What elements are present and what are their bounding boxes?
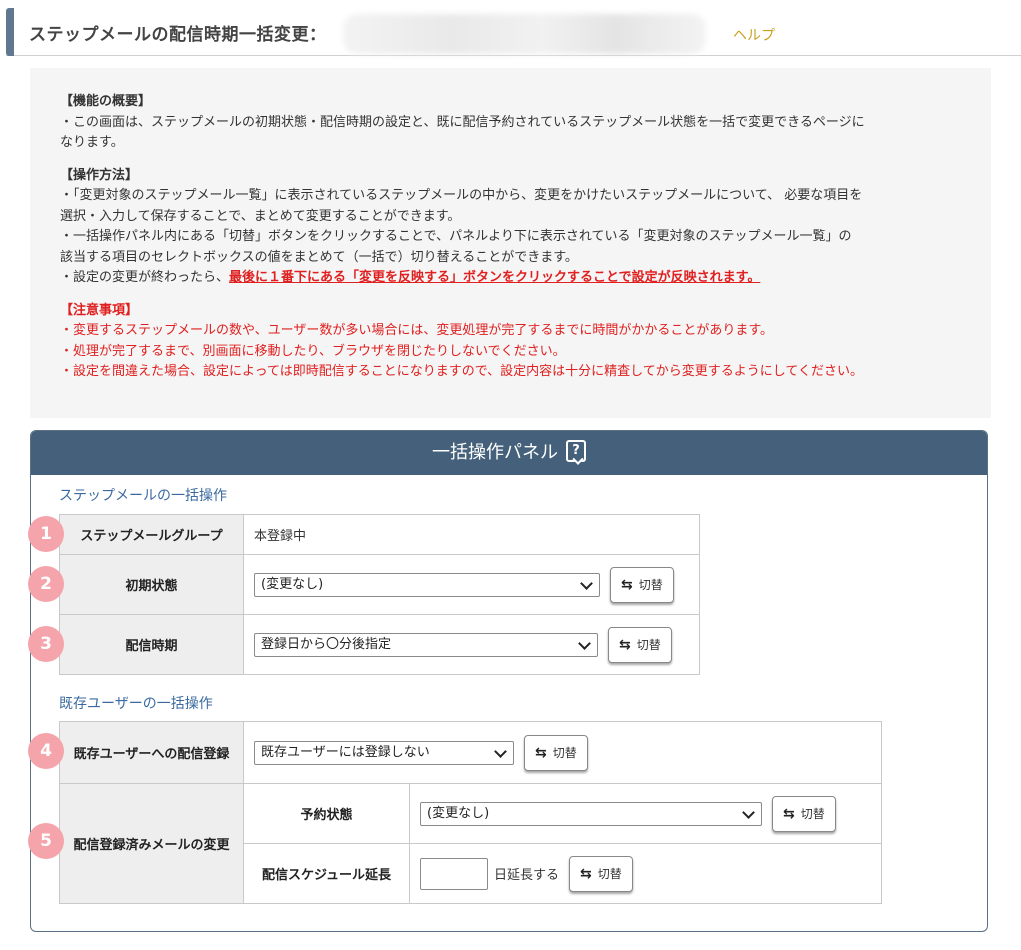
timing-value: 登録日から〇分後指定 xyxy=(261,636,392,652)
caution-line: ・変更するステップメールの数や、ユーザー数が多い場合には、変更処理が完了するまで… xyxy=(60,323,774,338)
overview-line: なります。 xyxy=(60,135,124,150)
extend-toggle-button[interactable]: ⇆ 切替 xyxy=(569,855,633,892)
panel-title: 一括操作パネル xyxy=(432,442,558,463)
existing-reg-cell: 既存ユーザーには登録しない ⇆ 切替 xyxy=(243,721,882,784)
help-question-icon[interactable]: ? xyxy=(566,440,586,462)
existing-reg-select[interactable]: 既存ユーザーには登録しない xyxy=(254,740,514,765)
step-ops-table: ステップメールグループ 本登録中 初期状態 (変更なし) ⇆ 切替 配信時期 登録日… xyxy=(59,514,700,675)
timing-label: 配信時期 xyxy=(59,614,244,675)
method-line: 選択・入力して保存することで、まとめて変更することができます。 xyxy=(60,208,461,224)
step-badge-5: 5 xyxy=(28,823,64,859)
bulk-operation-panel: 一括操作パネル? ステップメールの一括操作 ステップメールグループ 本登録中 初… xyxy=(30,430,988,932)
caution-section: 【注意事項】 ・変更するステップメールの数や、ユーザー数が多い場合には、変更処理… xyxy=(60,301,961,383)
step-badge-1: 1 xyxy=(28,516,64,552)
step-badge-4: 4 xyxy=(28,733,64,769)
existing-section-title: 既存ユーザーの一括操作 xyxy=(59,696,213,712)
table-row: 配信時期 登録日から〇分後指定 ⇆ 切替 xyxy=(59,614,700,675)
existing-reg-toggle-button[interactable]: ⇆ 切替 xyxy=(524,734,588,771)
toggle-label: 切替 xyxy=(552,745,577,760)
group-label: ステップメールグループ xyxy=(59,514,244,555)
chevron-down-icon xyxy=(494,744,507,758)
timing-toggle-button[interactable]: ⇆ 切替 xyxy=(608,626,672,663)
chevron-down-icon xyxy=(742,805,755,819)
page-header: ステップメールの配信時期一括変更： ヘルプ xyxy=(6,4,1021,56)
step-badge-3: 3 xyxy=(28,626,64,662)
header-accent-bar xyxy=(6,8,14,56)
overview-title: 【機能の概要】 xyxy=(60,94,152,109)
toggle-label: 切替 xyxy=(636,637,661,652)
chevron-down-icon xyxy=(578,636,591,650)
toggle-label: 切替 xyxy=(800,806,825,821)
repeat-icon: ⇆ xyxy=(619,636,631,653)
table-row: 配信登録済みメールの変更 予約状態 (変更なし) ⇆ 切替 xyxy=(59,783,882,904)
overview-line: ・この画面は、ステップメールの初期状態・配信時期の設定と、既に配信予約されている… xyxy=(60,114,865,130)
initial-state-select[interactable]: (変更なし) xyxy=(254,572,600,597)
panel-header: 一括操作パネル? xyxy=(31,431,987,475)
extend-suffix: 日延長する xyxy=(494,868,560,883)
table-row: 既存ユーザーへの配信登録 既存ユーザーには登録しない ⇆ 切替 xyxy=(59,721,882,784)
initial-state-cell: (変更なし) ⇆ 切替 xyxy=(243,554,700,615)
method-title: 【操作方法】 xyxy=(60,167,139,183)
toggle-label: 切替 xyxy=(638,577,663,592)
existing-ops-table: 既存ユーザーへの配信登録 既存ユーザーには登録しない ⇆ 切替 配信登録済みメールの… xyxy=(59,721,882,904)
info-box: 【機能の概要】 ・この画面は、ステップメールの初期状態・配信時期の設定と、既に配… xyxy=(30,68,991,418)
reservation-label: 予約状態 xyxy=(243,783,410,844)
initial-state-toggle-button[interactable]: ⇆ 切替 xyxy=(610,566,674,603)
existing-reg-label: 既存ユーザーへの配信登録 xyxy=(59,721,244,784)
toggle-label: 切替 xyxy=(597,866,622,881)
extend-days-input[interactable] xyxy=(420,857,488,890)
caution-line: ・設定を間違えた場合、設定によっては即時配信することになりますので、設定内容は十… xyxy=(60,364,864,379)
chevron-down-icon xyxy=(580,576,593,590)
step-badge-2: 2 xyxy=(28,566,64,602)
table-row: 初期状態 (変更なし) ⇆ 切替 xyxy=(59,554,700,615)
step-section-title: ステップメールの一括操作 xyxy=(59,488,227,504)
extend-label: 配信スケジュール延長 xyxy=(243,843,410,904)
caution-title: 【注意事項】 xyxy=(60,302,139,318)
repeat-icon: ⇆ xyxy=(783,805,795,822)
initial-state-label: 初期状態 xyxy=(59,554,244,615)
reservation-toggle-button[interactable]: ⇆ 切替 xyxy=(772,795,836,832)
method-section: 【操作方法】 ・「変更対象のステップメール一覧」に表示されているステップメールの… xyxy=(60,166,961,289)
repeat-icon: ⇆ xyxy=(535,744,547,761)
method-line: ・「変更対象のステップメール一覧」に表示されているステップメールの中から、変更を… xyxy=(60,188,863,203)
method-line: ・一括操作パネル内にある「切替」ボタンをクリックすることで、パネルより下に表示さ… xyxy=(60,229,852,244)
reservation-cell: (変更なし) ⇆ 切替 xyxy=(409,783,882,844)
page-title: ステップメールの配信時期一括変更： xyxy=(29,25,327,45)
timing-cell: 登録日から〇分後指定 ⇆ 切替 xyxy=(243,614,700,675)
extend-cell: 日延長する ⇆ 切替 xyxy=(409,843,882,904)
initial-state-value: (変更なし) xyxy=(261,576,324,592)
blurred-title-text xyxy=(343,14,706,54)
method-last-prefix: ・設定の変更が終わったら、 xyxy=(60,270,230,285)
repeat-icon: ⇆ xyxy=(621,576,633,593)
table-row: ステップメールグループ 本登録中 xyxy=(59,514,700,555)
reservation-value: (変更なし) xyxy=(427,805,490,821)
method-emphasis: 最後に１番下にある「変更を反映する」ボタンをクリックすることで設定が反映されます… xyxy=(229,270,761,285)
group-value: 本登録中 xyxy=(243,514,700,555)
caution-line: ・処理が完了するまで、別画面に移動したり、ブラウザを閉じたりしないでください。 xyxy=(60,343,566,359)
method-line-final: ・設定の変更が終わったら、最後に１番下にある「変更を反映する」ボタンをクリックす… xyxy=(60,268,961,289)
overview-section: 【機能の概要】 ・この画面は、ステップメールの初期状態・配信時期の設定と、既に配… xyxy=(60,92,961,154)
method-line: 該当する項目のセレクトボックスの値をまとめて（一括で）切り替えることができます。 xyxy=(60,249,578,265)
repeat-icon: ⇆ xyxy=(580,865,592,882)
existing-reg-value: 既存ユーザーには登録しない xyxy=(261,744,430,760)
help-link[interactable]: ヘルプ xyxy=(733,25,775,45)
registered-change-label: 配信登録済みメールの変更 xyxy=(59,783,244,904)
reservation-select[interactable]: (変更なし) xyxy=(420,801,762,826)
timing-select[interactable]: 登録日から〇分後指定 xyxy=(254,632,598,657)
